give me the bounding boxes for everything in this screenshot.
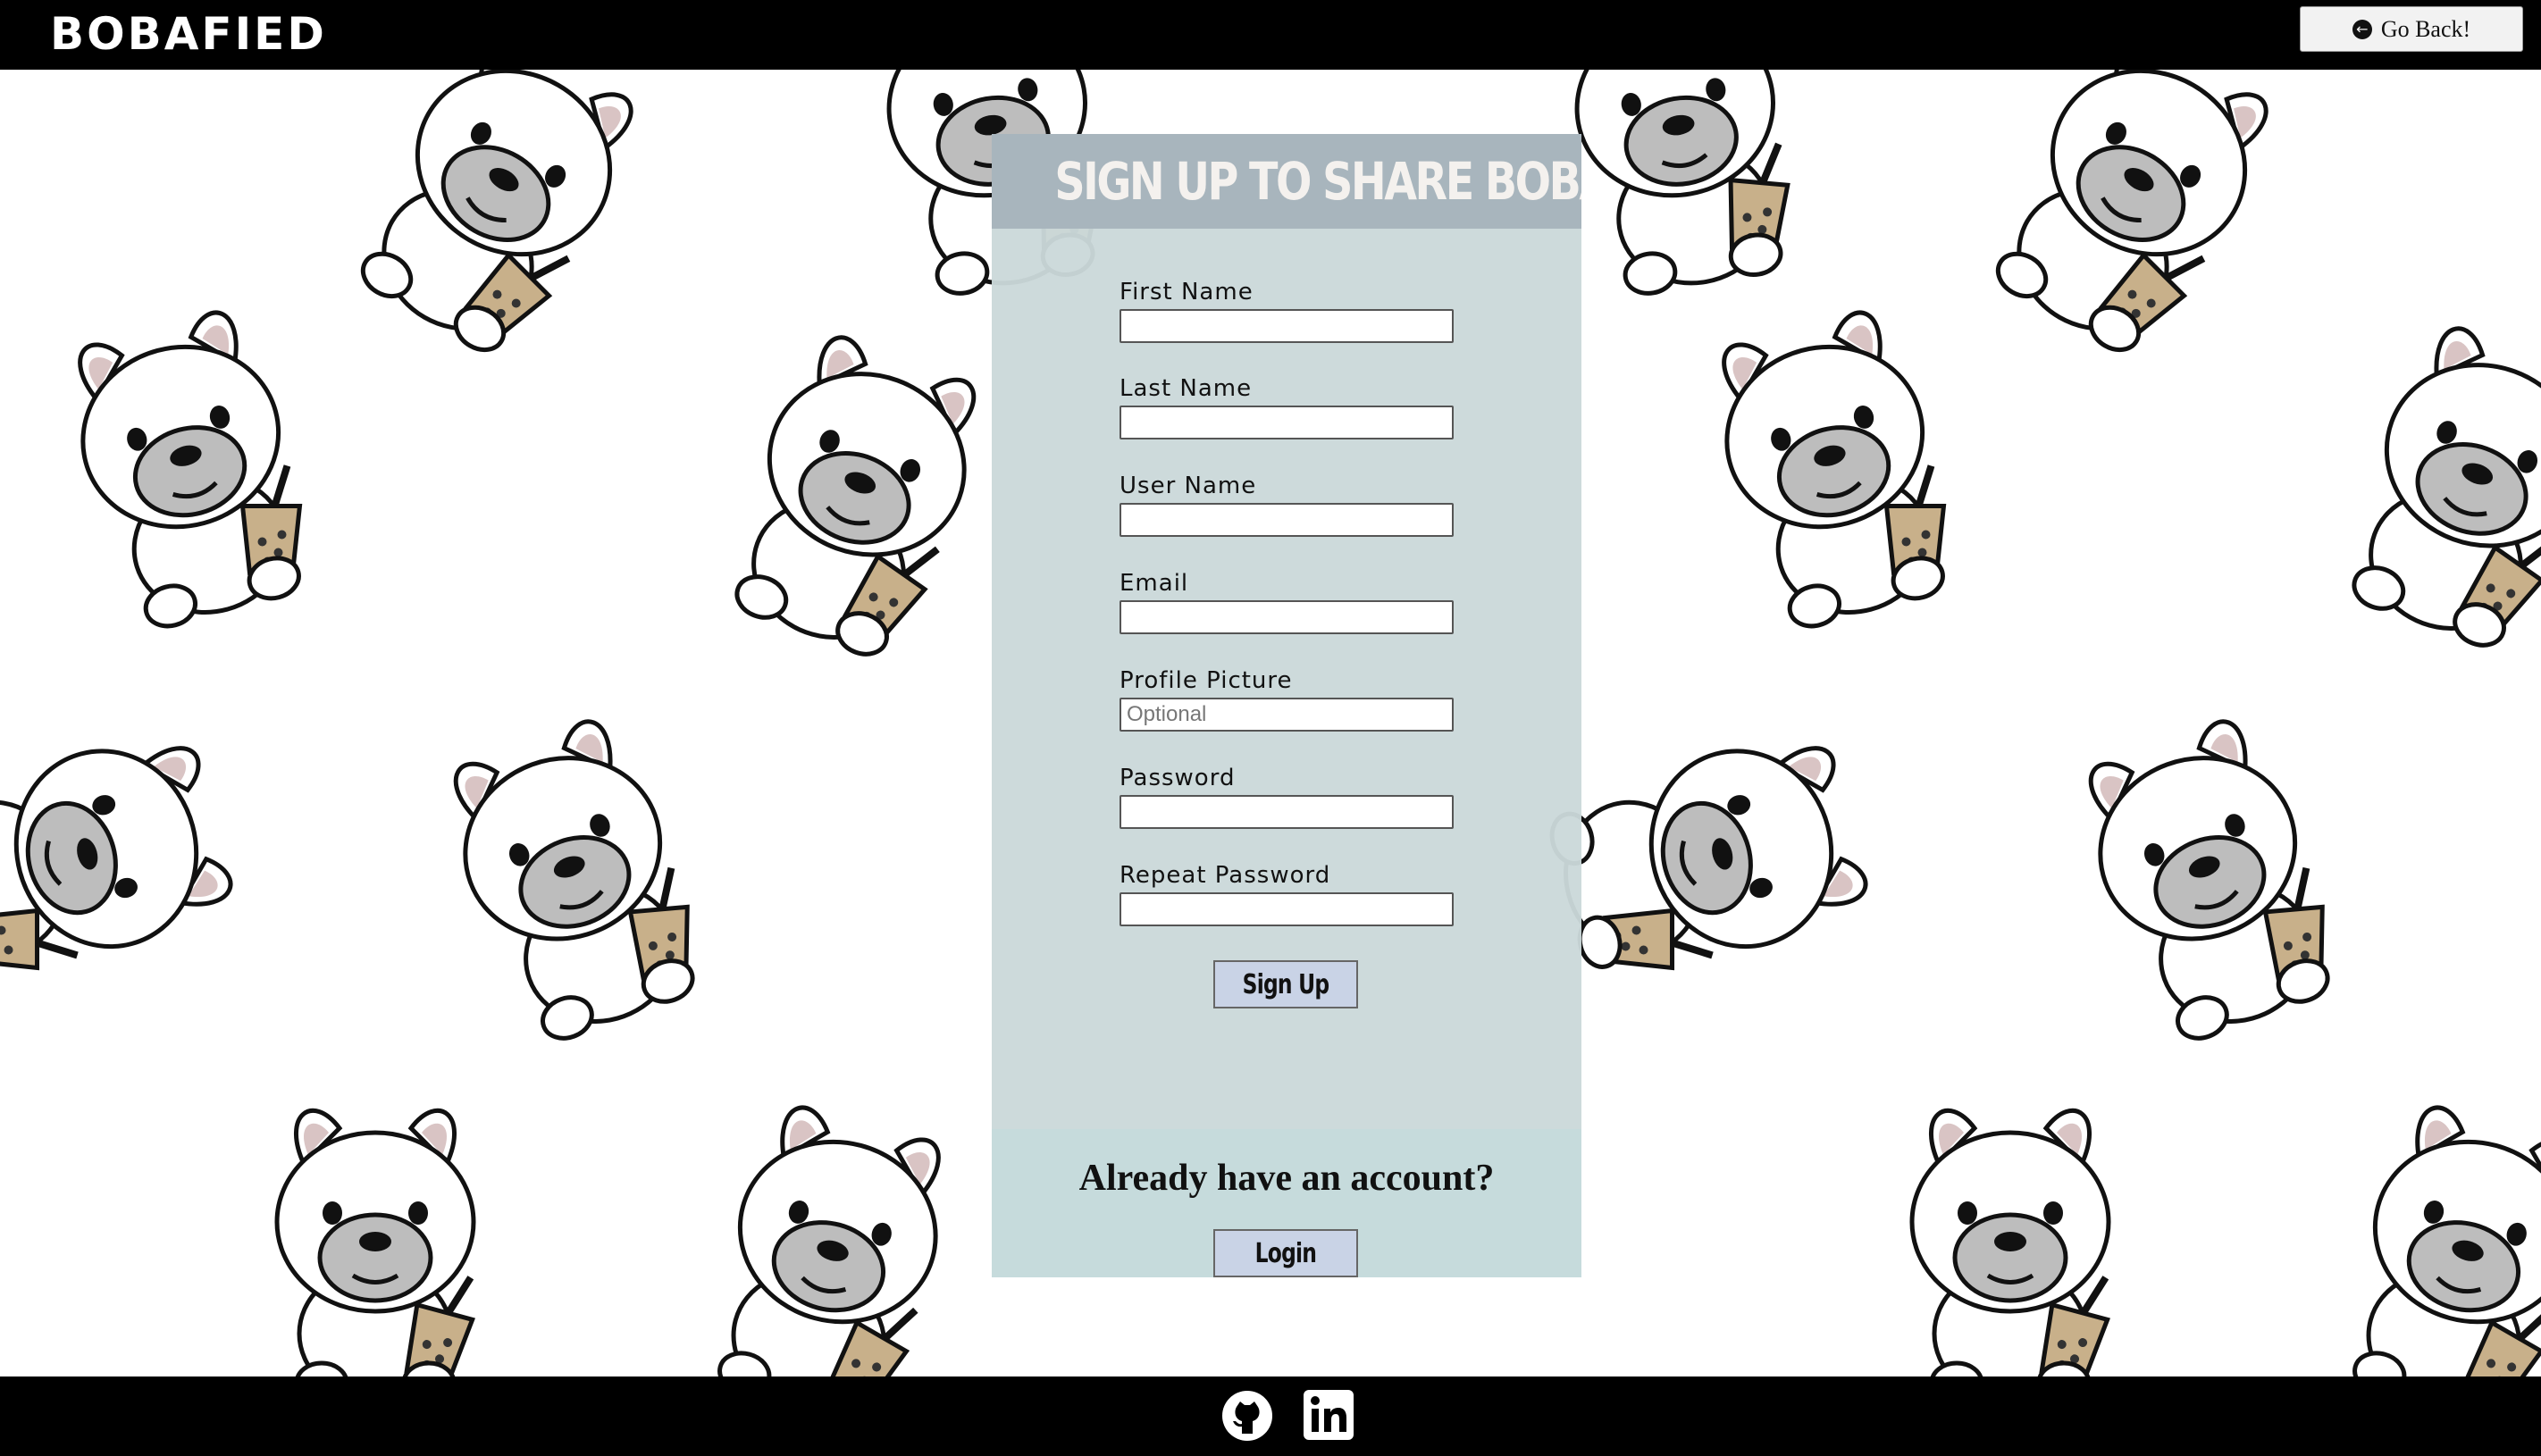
first-name-input[interactable] — [1120, 309, 1454, 343]
linkedin-icon[interactable] — [1303, 1389, 1354, 1441]
email-input[interactable] — [1120, 600, 1454, 634]
sign-up-button[interactable]: Sign Up — [1213, 960, 1358, 1008]
first-name-label: First Name — [1120, 279, 1254, 305]
last-name-label: Last Name — [1120, 375, 1253, 402]
already-have-account-text: Already have an account? — [1078, 1158, 1495, 1199]
go-back-button[interactable]: ← Go Back! — [2300, 6, 2523, 52]
profile-picture-input[interactable] — [1120, 698, 1454, 732]
user-name-input[interactable] — [1120, 503, 1454, 537]
github-icon[interactable] — [1220, 1389, 1274, 1443]
email-label: Email — [1120, 570, 1189, 597]
go-back-label: Go Back! — [2380, 15, 2471, 42]
repeat-password-input[interactable] — [1120, 892, 1454, 926]
login-button[interactable]: Login — [1213, 1229, 1358, 1277]
user-name-label: User Name — [1120, 473, 1257, 499]
password-input[interactable] — [1120, 795, 1454, 829]
top-navbar: BOBAFIED ← Go Back! — [0, 0, 2541, 70]
repeat-password-label: Repeat Password — [1120, 862, 1331, 889]
signup-title: SIGN UP TO SHARE BOBA! — [992, 134, 1581, 229]
page: BOBAFIED ← Go Back! SIGN UP TO SHARE BOB… — [0, 0, 2541, 1456]
footer — [0, 1377, 2541, 1456]
last-name-input[interactable] — [1120, 406, 1454, 439]
profile-picture-label: Profile Picture — [1120, 667, 1293, 694]
password-label: Password — [1120, 765, 1236, 791]
signup-card: SIGN UP TO SHARE BOBA! First Name Last N… — [992, 134, 1581, 1277]
app-logo[interactable]: BOBAFIED — [50, 7, 327, 61]
arrow-circle-left-icon: ← — [2352, 19, 2372, 39]
